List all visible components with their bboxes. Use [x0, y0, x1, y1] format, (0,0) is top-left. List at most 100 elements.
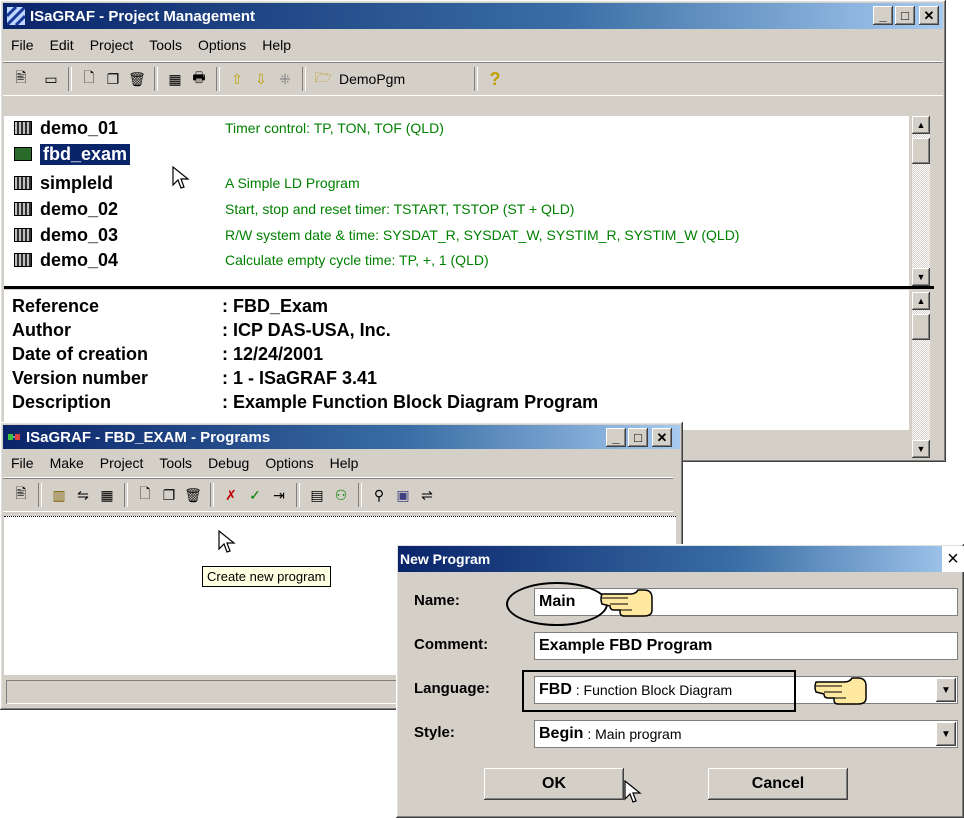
help-question-icon[interactable]: ? [483, 67, 507, 91]
move-up-icon[interactable]: ⇧ [225, 67, 249, 91]
menu-edit[interactable]: Edit [42, 34, 82, 56]
demo-program-label[interactable]: DemoPgm [339, 71, 469, 87]
program-name: demo_01 [40, 117, 119, 138]
project-window-title: ISaGRAF - Project Management [30, 7, 256, 25]
new-document-icon[interactable]: 🗋 [77, 67, 101, 91]
maximize-button[interactable]: □ [895, 6, 915, 25]
menu-tools[interactable]: Tools [151, 452, 200, 474]
dialog-title: New Program [400, 551, 491, 567]
info-row-author: Author : ICP DAS-USA, Inc. [12, 320, 391, 340]
program-name: demo_04 [40, 249, 119, 270]
toolbar-separator [210, 483, 214, 507]
minimize-button[interactable]: _ [873, 6, 893, 25]
scroll-down-arrow-icon[interactable]: ▼ [912, 440, 930, 458]
info-row-reference: Reference : FBD_Exam [12, 296, 329, 316]
toolbar-separator [216, 67, 220, 91]
pane-divider[interactable] [4, 286, 934, 289]
compile-icon[interactable]: ▥ [47, 483, 71, 507]
step-icon[interactable]: ⇥ [267, 483, 291, 507]
debug-icon[interactable]: ⚲ [367, 483, 391, 507]
list-item[interactable]: demo_01 Timer control: TP, TON, TOF (QLD… [4, 116, 444, 140]
simulate-icon[interactable]: ⚇ [329, 483, 353, 507]
move-down-icon[interactable]: ⇩ [249, 67, 273, 91]
create-new-program-icon[interactable]: 🗋 [133, 483, 157, 507]
menu-project[interactable]: Project [82, 34, 142, 56]
toolbar-separator [302, 67, 306, 91]
properties-icon[interactable]: ▭ [39, 67, 63, 91]
list-item-selected[interactable]: fbd_exam [4, 142, 131, 166]
divider-icon[interactable]: ⁜ [273, 67, 297, 91]
scroll-up-arrow-icon[interactable]: ▲ [912, 116, 930, 134]
program-info-pane: Reference : FBD_Exam Author : ICP DAS-US… [4, 290, 909, 430]
menu-file[interactable]: File [3, 34, 42, 56]
cancel-button[interactable]: Cancel [708, 768, 848, 800]
toolbar-separator [154, 67, 158, 91]
chevron-down-icon[interactable]: ▼ [936, 722, 956, 746]
menu-debug[interactable]: Debug [200, 452, 257, 474]
name-highlight-ellipse [506, 582, 608, 626]
info-pane-scrollbar[interactable]: ▲ ▼ [912, 292, 930, 458]
program-comment: Timer control: TP, TON, TOF (QLD) [225, 120, 444, 136]
list-item[interactable]: demo_02 Start, stop and reset timer: TST… [4, 197, 574, 221]
minimize-button[interactable]: _ [606, 428, 626, 447]
mouse-cursor-icon [624, 780, 642, 803]
scroll-thumb[interactable] [912, 138, 930, 164]
program-icon [14, 121, 32, 135]
list-item[interactable]: demo_03 R/W system date & time: SYSDAT_R… [4, 223, 739, 247]
comment-label: Comment: [414, 636, 489, 653]
dialog-close-button[interactable]: × [942, 546, 964, 572]
project-window-titlebar[interactable]: ISaGRAF - Project Management _ □ ✕ [3, 3, 943, 29]
mouse-cursor-icon [172, 166, 190, 189]
program-comment: R/W system date & time: SYSDAT_R, SYSDAT… [225, 227, 740, 243]
close-button[interactable]: ✕ [919, 6, 939, 25]
menu-options[interactable]: Options [190, 34, 254, 56]
print-icon[interactable]: 🖶 [187, 67, 211, 91]
folder-open-icon[interactable]: 🗁 [311, 67, 335, 91]
copy-icon[interactable]: ❐ [157, 483, 181, 507]
scroll-up-arrow-icon[interactable]: ▲ [912, 292, 930, 310]
connect-icon[interactable]: ⇌ [415, 483, 439, 507]
toolbar-separator [474, 67, 478, 91]
copy-icon[interactable]: ❐ [101, 67, 125, 91]
style-select[interactable]: Begin : Main program ▼ [534, 720, 958, 748]
verify-icon[interactable]: ✓ [243, 483, 267, 507]
delete-icon[interactable]: 🗑 [125, 67, 149, 91]
link-icon[interactable]: ⇋ [71, 483, 95, 507]
io-connection-icon[interactable]: ▦ [95, 483, 119, 507]
isagraf-app-icon [5, 5, 27, 27]
program-comment: Calculate empty cycle time: TP, +, 1 (QL… [225, 252, 489, 268]
language-row: Language: [414, 680, 532, 697]
menu-tools[interactable]: Tools [141, 34, 190, 56]
chevron-down-icon[interactable]: ▼ [936, 678, 956, 702]
pointing-hand-icon [814, 677, 867, 705]
programs-window-titlebar[interactable]: ISaGRAF - FBD_EXAM - Programs _ □ ✕ [3, 425, 680, 449]
monitor-icon[interactable]: ▣ [391, 483, 415, 507]
menu-options[interactable]: Options [257, 452, 321, 474]
memory-icon[interactable]: ▤ [305, 483, 329, 507]
list-item[interactable]: demo_04 Calculate empty cycle time: TP, … [4, 248, 489, 272]
program-comment: Start, stop and reset timer: TSTART, TST… [225, 201, 575, 217]
menu-help[interactable]: Help [254, 34, 299, 56]
edit-icon[interactable]: 🖹 [9, 67, 33, 91]
programs-app-icon [7, 430, 21, 444]
ok-button[interactable]: OK [484, 768, 624, 800]
comment-row: Comment: [414, 636, 532, 653]
project-menubar: File Edit Project Tools Options Help [3, 34, 943, 56]
menu-file[interactable]: File [3, 452, 42, 474]
program-name: demo_02 [40, 198, 119, 219]
menu-help[interactable]: Help [322, 452, 367, 474]
maximize-button[interactable]: □ [628, 428, 648, 447]
scroll-down-arrow-icon[interactable]: ▼ [912, 268, 930, 286]
dictionary-icon[interactable]: ✗ [219, 483, 243, 507]
menu-make[interactable]: Make [42, 452, 92, 474]
edit-icon[interactable]: 🖹 [9, 483, 33, 507]
program-name: fbd_exam [40, 143, 131, 165]
menu-project[interactable]: Project [92, 452, 152, 474]
io-connection-icon[interactable]: ▦ [163, 67, 187, 91]
dialog-titlebar[interactable]: New Program [398, 546, 964, 572]
program-list-scrollbar[interactable]: ▲ ▼ [912, 116, 930, 286]
delete-icon[interactable]: 🗑 [181, 483, 205, 507]
scroll-thumb[interactable] [912, 314, 930, 340]
comment-field[interactable]: Example FBD Program [534, 632, 958, 660]
close-button[interactable]: ✕ [652, 428, 672, 447]
